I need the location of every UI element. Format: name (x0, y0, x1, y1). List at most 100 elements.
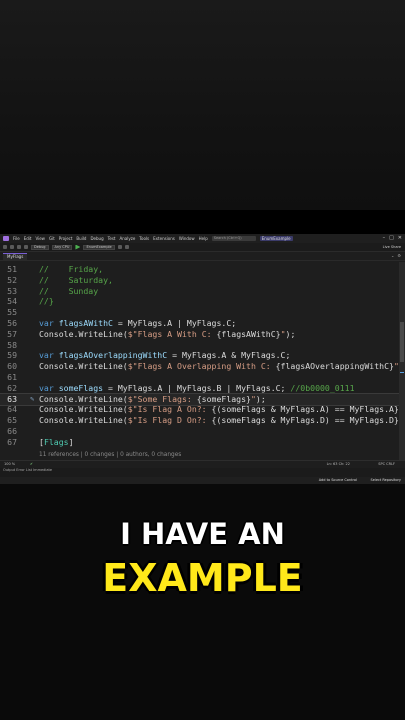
code-token: $"Is Flag A On?: (127, 404, 212, 415)
settings-icon[interactable]: ⚙ (397, 253, 401, 258)
code-line[interactable]: 61 (0, 372, 405, 383)
no-issues-icon: ✔ (30, 462, 33, 466)
chevron-down-icon[interactable]: ⌄ (391, 253, 394, 258)
code-token: ); (285, 328, 296, 339)
line-number: 52 (7, 274, 17, 285)
configuration-dropdown[interactable]: Debug (31, 244, 49, 250)
menu-edit[interactable]: Edit (24, 236, 32, 241)
code-line[interactable]: 63 ✎ Console.WriteLine($"Some Flags: {some… (0, 392, 405, 406)
close-icon[interactable]: ✕ (398, 235, 402, 241)
menu-window[interactable]: Window (179, 236, 195, 241)
line-number: 59 (7, 350, 17, 361)
menu-debug[interactable]: Debug (90, 236, 103, 241)
edit-pencil-icon[interactable]: ✎ (30, 395, 34, 403)
code-line[interactable]: 65 Console.WriteLine($"Is Flag D On?: {(s… (0, 415, 405, 426)
forward-icon[interactable] (10, 245, 14, 249)
menu-extensions[interactable]: Extensions (153, 236, 175, 241)
code-line[interactable]: 57 Console.WriteLine($"Flags A With C: {f… (0, 329, 405, 340)
code-line[interactable]: 56 var flagsAWithC = MyFlags.A | MyFlags.… (0, 318, 405, 329)
refresh-icon[interactable] (117, 245, 122, 249)
code-token: someFlags (58, 382, 104, 393)
code-text: Console.WriteLine($"Some Flags: {someFla… (39, 394, 266, 405)
source-control-button[interactable]: Add to Source Control (319, 478, 357, 482)
code-line[interactable]: 60 Console.WriteLine($"Flags A Overlappin… (0, 361, 405, 372)
code-text: Console.WriteLine($"Is Flag D On?: {(som… (39, 415, 405, 426)
code-token: //} (39, 296, 54, 307)
output-pane-tabs[interactable]: Output Error List Immediate (0, 468, 405, 477)
maximize-icon[interactable]: □ (389, 235, 394, 241)
code-text: var someFlags = MyFlags.A | MyFlags.B | … (39, 383, 355, 394)
line-number: 63 (7, 393, 17, 404)
code-token: = MyFlags.A & MyFlags.C; (167, 350, 291, 361)
code-text: Console.WriteLine($"Is Flag A On?: {(som… (39, 404, 405, 415)
window-controls: – □ ✕ (383, 235, 402, 241)
menu-project[interactable]: Project (59, 236, 73, 241)
code-token: {(someFlags & MyFlags.A) == MyFlags.A} (211, 404, 399, 415)
minimize-icon[interactable]: – (383, 235, 386, 241)
debug-icon[interactable] (124, 245, 129, 249)
code-token: // Saturday, (39, 274, 113, 285)
code-token: flagsAWithC (58, 318, 113, 328)
vertical-scrollbar[interactable] (399, 262, 405, 460)
code-line[interactable]: 62 var someFlags = MyFlags.A | MyFlags.B … (0, 383, 405, 394)
save-icon[interactable] (17, 245, 21, 249)
menu-tools[interactable]: Tools (139, 236, 149, 241)
code-line[interactable]: 59 var flagsAOverlappingWithC = MyFlags.A… (0, 350, 405, 361)
search-input[interactable]: Search (Ctrl+Q) (211, 236, 256, 241)
menu-bar: File Edit View Git Project Build Debug T… (0, 234, 405, 243)
code-line[interactable]: 52 // Saturday, (0, 275, 405, 286)
repository-button[interactable]: Select Repository (370, 478, 401, 482)
code-token: var (39, 382, 59, 393)
run-icon[interactable] (75, 244, 81, 250)
code-token: $"Flags A Overlapping With C: (127, 361, 276, 372)
code-line[interactable]: 64 Console.WriteLine($"Is Flag A On?: {(s… (0, 404, 405, 415)
code-line[interactable]: 55 (0, 307, 405, 318)
back-icon[interactable] (3, 245, 7, 249)
undo-icon[interactable] (24, 245, 28, 249)
codelens-info[interactable]: 11 references | 0 changes | 0 authors, 0… (0, 448, 405, 459)
code-token: //0b0000_0111 (290, 382, 355, 393)
menu-git[interactable]: Git (49, 236, 55, 241)
line-number: 54 (7, 296, 17, 307)
menu-file[interactable]: File (13, 236, 20, 241)
line-number: 67 (7, 436, 17, 447)
tab-myflags[interactable]: MyFlags (3, 253, 28, 260)
video-background-top (0, 0, 405, 232)
line-number: 61 (7, 372, 17, 382)
code-token: $"Some Flags: (127, 393, 197, 404)
code-line[interactable]: 67 [Flags] (0, 437, 405, 448)
code-token: ] (68, 436, 74, 447)
menu-build[interactable]: Build (76, 236, 86, 241)
code-token: {someFlags} (196, 393, 251, 404)
run-target-button[interactable]: EnumExample (83, 244, 115, 250)
line-number: 58 (7, 339, 17, 350)
visual-studio-window: File Edit View Git Project Build Debug T… (0, 234, 405, 484)
code-token: Console.WriteLine( (39, 393, 128, 404)
line-number: 62 (7, 382, 17, 393)
code-text: //} (39, 296, 54, 307)
live-share-button[interactable]: Live Share (383, 245, 401, 249)
platform-dropdown[interactable]: Any CPU (51, 244, 73, 250)
code-token: = MyFlags.A | MyFlags.C; (112, 318, 237, 328)
code-token: {(someFlags & MyFlags.D) == MyFlags.D} (211, 415, 399, 426)
code-line[interactable]: 53 // Sunday (0, 286, 405, 297)
menu-test[interactable]: Test (108, 236, 116, 241)
zoom-level[interactable]: 100 % (4, 462, 15, 466)
quick-action-icon[interactable] (18, 397, 24, 402)
code-token: // Sunday (39, 285, 99, 296)
visual-studio-logo-icon (3, 236, 9, 241)
menu-view[interactable]: View (35, 236, 45, 241)
code-text: // Sunday (39, 286, 98, 297)
code-editor[interactable]: 51 // Friday, 52 // Saturday, 53 // Sunday 54 /… (0, 262, 405, 479)
code-text: // Saturday, (39, 275, 113, 286)
line-number: 65 (7, 415, 17, 426)
scrollbar-thumb[interactable] (400, 322, 404, 362)
menu-help[interactable]: Help (199, 236, 208, 241)
letterbox-band (0, 210, 405, 234)
code-line[interactable]: 58 (0, 340, 405, 351)
tab-bar-controls: ⌄ ⚙ (391, 253, 401, 258)
menu-analyze[interactable]: Analyze (120, 236, 136, 241)
code-line[interactable]: 66 (0, 426, 405, 437)
code-line[interactable]: 51 // Friday, (0, 264, 405, 275)
code-line[interactable]: 54 //} (0, 296, 405, 307)
